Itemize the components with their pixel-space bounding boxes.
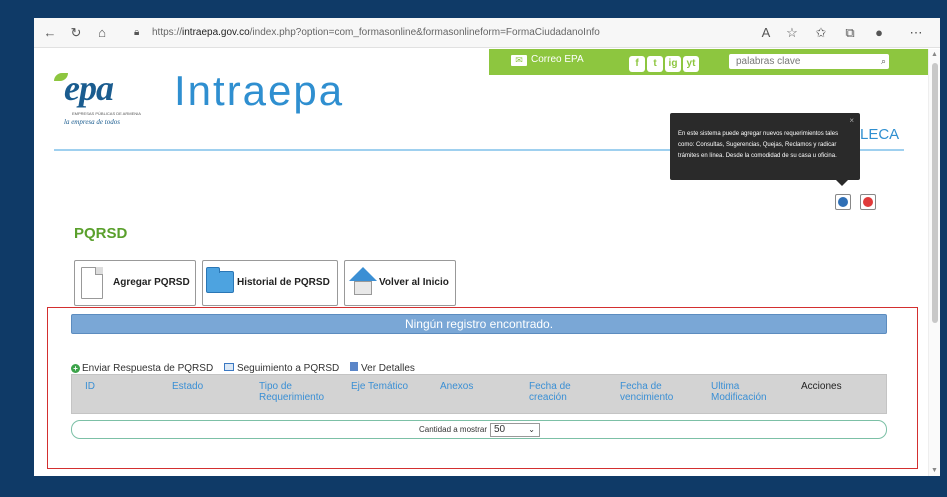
browser-toolbar: ← ↻ ⌂ 🔒︎ https://intraepa.gov.co/index.ph…	[34, 18, 940, 48]
col-eje[interactable]: Eje Temático	[351, 381, 408, 392]
document-icon	[81, 267, 103, 299]
page-title: PQRSD	[74, 225, 128, 242]
col-estado[interactable]: Estado	[172, 381, 203, 392]
house-icon	[349, 267, 377, 297]
col-fv-line1: Fecha de	[620, 381, 662, 392]
back-home-button[interactable]: Volver al Inicio	[344, 260, 456, 306]
logo-script: epa	[64, 68, 114, 108]
search-placeholder: palabras clave	[736, 56, 801, 67]
url-path: /index.php?option=com_formasonline&forma…	[249, 27, 600, 38]
scroll-up-icon[interactable]: ▲	[931, 51, 938, 58]
col-um-line1: Ultima	[711, 381, 740, 392]
header-right-text: LECA	[860, 126, 900, 143]
scroll-thumb[interactable]	[932, 63, 938, 323]
url-prefix: https://	[152, 27, 183, 38]
send-response-label: Enviar Respuesta de PQRSD	[82, 363, 214, 374]
no-records-banner: Ningún registro encontrado.	[71, 314, 887, 334]
correo-label: Correo EPA	[531, 54, 584, 65]
collections-icon[interactable]: ⧉	[840, 23, 860, 43]
tooltip-close-icon[interactable]: ×	[849, 115, 854, 126]
col-tipo[interactable]: Tipo de Requerimiento	[259, 381, 324, 403]
col-fecha-vencimiento[interactable]: Fecha de vencimiento	[620, 381, 673, 403]
site-title: Intraepa	[174, 67, 345, 114]
col-fecha-creacion[interactable]: Fecha de creación	[529, 381, 571, 403]
home-icon[interactable]: ⌂	[92, 23, 112, 43]
address-bar[interactable]: 🔒︎ https://intraepa.gov.co/index.php?opti…	[134, 23, 774, 43]
results-panel: Ningún registro encontrado. + Enviar Resp…	[47, 307, 918, 469]
refresh-icon[interactable]: ↻	[66, 23, 86, 43]
logout-button[interactable]	[860, 194, 876, 210]
profile-icon[interactable]: ●	[869, 23, 889, 43]
power-icon	[863, 197, 873, 207]
back-home-label: Volver al Inicio	[379, 277, 449, 288]
details-icon	[350, 362, 359, 371]
favorites-icon[interactable]: ✩	[811, 23, 831, 43]
folder-icon	[206, 267, 234, 293]
follow-up-label: Seguimiento a PQRSD	[236, 363, 340, 374]
view-details-link[interactable]: Ver Detalles	[350, 362, 415, 374]
history-pqrsd-button[interactable]: Historial de PQRSD	[202, 260, 338, 306]
col-tipo-line1: Tipo de	[259, 381, 292, 392]
add-pqrsd-button[interactable]: Agregar PQRSD	[74, 260, 196, 306]
view-details-label: Ver Detalles	[361, 363, 415, 374]
col-anexos[interactable]: Anexos	[440, 381, 473, 392]
pagination-bar: Cantidad a mostrar 50 ⌄	[71, 420, 887, 439]
top-green-bar: ✉ Correo EPA f t ig yt palabras clave ⌕	[489, 49, 939, 75]
info-tooltip: × En este sistema puede agregar nuevos r…	[670, 113, 860, 186]
read-aloud-icon[interactable]: A	[756, 23, 776, 43]
col-ultima-modificacion[interactable]: Ultima Modificación	[711, 381, 767, 403]
back-icon[interactable]: ←	[40, 23, 60, 43]
col-tipo-line2: Requerimiento	[259, 392, 325, 403]
page-size-value: 50	[494, 424, 506, 435]
logo-subtitle: EMPRESAS PÚBLICAS DE ARMENIA	[72, 111, 141, 116]
col-fv-line2: vencimiento	[620, 392, 674, 403]
instagram-icon[interactable]: ig	[665, 56, 681, 72]
col-fc-line1: Fecha de	[529, 381, 571, 392]
twitter-icon[interactable]: t	[647, 56, 663, 72]
action-links: + Enviar Respuesta de PQRSD Seguimiento a…	[71, 362, 423, 374]
search-input[interactable]: palabras clave ⌕	[729, 54, 889, 69]
facebook-icon[interactable]: f	[629, 56, 645, 72]
lock-icon: 🔒︎	[134, 27, 140, 38]
page-size-select[interactable]: 50 ⌄	[490, 423, 540, 437]
col-um-line2: Modificación	[711, 392, 767, 403]
send-response-link[interactable]: + Enviar Respuesta de PQRSD	[71, 363, 213, 374]
list-icon	[223, 363, 234, 371]
follow-up-link[interactable]: Seguimiento a PQRSD	[223, 363, 340, 374]
scroll-down-icon[interactable]: ▼	[931, 467, 938, 474]
url-host: intraepa.gov.co	[182, 27, 250, 38]
tooltip-text: En este sistema puede agregar nuevos req…	[678, 131, 839, 159]
youtube-icon[interactable]: yt	[683, 56, 699, 72]
browser-window: ← ↻ ⌂ 🔒︎ https://intraepa.gov.co/index.ph…	[34, 18, 940, 476]
page-size-label: Cantidad a mostrar	[419, 425, 488, 434]
add-pqrsd-label: Agregar PQRSD	[113, 277, 190, 288]
logo-tagline: la empresa de todos	[64, 118, 120, 126]
info-button[interactable]	[835, 194, 851, 210]
plus-icon: +	[71, 364, 80, 373]
social-icons: f t ig yt	[629, 53, 701, 72]
epa-logo[interactable]: epa EMPRESAS PÚBLICAS DE ARMENIA la empr…	[54, 67, 164, 137]
more-icon[interactable]: ⋯	[906, 23, 926, 43]
info-icon	[838, 197, 848, 207]
search-icon[interactable]: ⌕	[881, 54, 886, 69]
page-viewport: ✉ Correo EPA f t ig yt palabras clave ⌕ epa …	[34, 49, 940, 476]
history-pqrsd-label: Historial de PQRSD	[237, 277, 330, 288]
tracking-icon[interactable]: ☆	[782, 23, 802, 43]
col-fc-line2: creación	[529, 392, 567, 403]
envelope-icon: ✉	[511, 55, 527, 66]
chevron-down-icon: ⌄	[528, 425, 535, 434]
vertical-scrollbar[interactable]: ▲ ▼	[928, 49, 940, 476]
table-header: ID Estado Tipo de Requerimiento Eje Temát…	[71, 374, 887, 414]
col-acciones: Acciones	[801, 381, 842, 392]
correo-link[interactable]: ✉ Correo EPA	[511, 54, 584, 66]
col-id[interactable]: ID	[85, 381, 95, 392]
